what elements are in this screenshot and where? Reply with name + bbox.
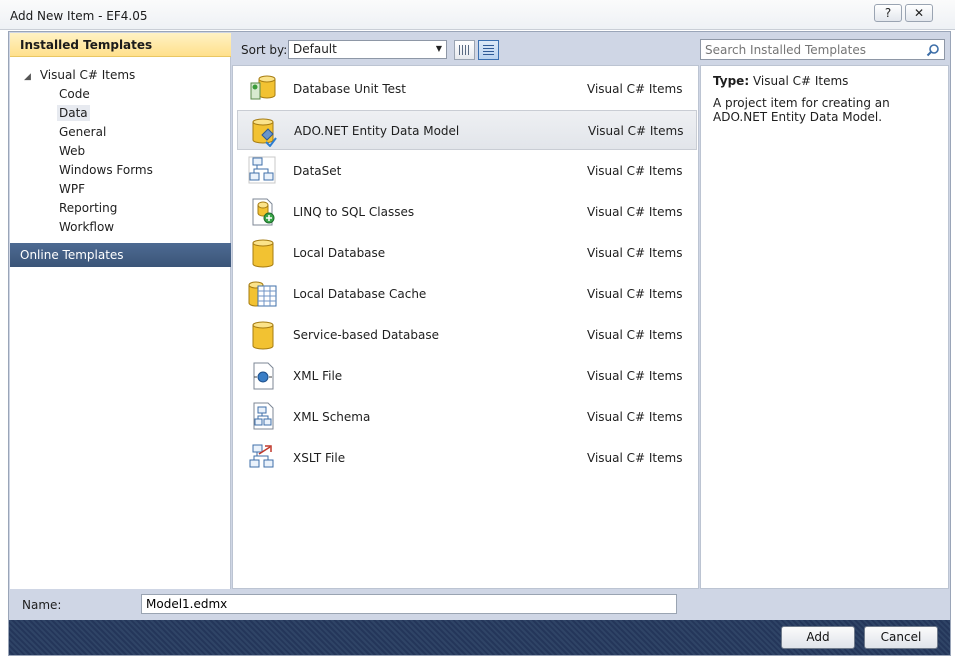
list-view-icon <box>483 45 494 55</box>
template-category: Visual C# Items <box>587 246 683 260</box>
tree-item-reporting[interactable]: Reporting <box>57 200 119 216</box>
type-line: Type: Visual C# Items <box>713 74 848 88</box>
dropdown-arrow-icon: ▼ <box>435 44 442 53</box>
template-row-ado-net-entity-data-model[interactable]: ADO.NET Entity Data Model Visual C# Items <box>237 110 697 150</box>
search-box[interactable] <box>700 39 945 60</box>
online-templates-header[interactable]: Online Templates <box>10 243 231 267</box>
tree-item-general[interactable]: General <box>57 124 108 140</box>
small-icons-icon <box>459 45 470 55</box>
template-category: Visual C# Items <box>587 328 683 342</box>
toolbar: Sort by: Default ▼ <box>232 33 699 65</box>
template-row-xml-schema[interactable]: XML Schema Visual C# Items <box>237 397 697 437</box>
sort-by-label: Sort by: <box>241 43 288 57</box>
template-name: Local Database Cache <box>293 287 427 301</box>
close-button[interactable]: ✕ <box>905 4 933 22</box>
entity-data-model-icon <box>252 118 277 147</box>
tree-item-wpf[interactable]: WPF <box>57 181 87 197</box>
xml-schema-icon <box>253 402 274 430</box>
template-list: Database Unit Test Visual C# Items ADO.NE… <box>232 65 699 589</box>
local-database-cache-icon <box>248 281 277 307</box>
linq-to-sql-icon <box>252 198 275 226</box>
type-value: Visual C# Items <box>752 74 849 88</box>
installed-templates-header[interactable]: Installed Templates <box>10 33 231 57</box>
template-category: Visual C# Items <box>588 124 684 138</box>
template-details-pane: Type: Visual C# Items A project item for… <box>700 65 949 589</box>
template-category: Visual C# Items <box>587 410 683 424</box>
xml-file-icon <box>253 362 274 390</box>
tree-root-visual-csharp[interactable]: ◢ Visual C# Items <box>24 68 135 82</box>
template-category: Visual C# Items <box>587 205 683 219</box>
collapse-triangle-icon[interactable]: ◢ <box>24 72 36 82</box>
service-database-icon <box>252 321 274 350</box>
template-name: Local Database <box>293 246 386 260</box>
template-row-database-unit-test[interactable]: Database Unit Test Visual C# Items <box>237 69 697 109</box>
name-label: Name: <box>22 598 62 612</box>
installed-templates-label: Installed Templates <box>20 38 153 52</box>
small-icons-view-button[interactable] <box>454 40 475 60</box>
template-row-service-based-database[interactable]: Service-based Database Visual C# Items <box>237 315 697 355</box>
template-row-xml-file[interactable]: XML File Visual C# Items <box>237 356 697 396</box>
template-name: Service-based Database <box>293 328 439 342</box>
sort-by-value: Default <box>293 42 337 56</box>
sort-by-dropdown[interactable]: Default ▼ <box>288 40 447 59</box>
list-view-button[interactable] <box>478 40 499 60</box>
template-name: LINQ to SQL Classes <box>293 205 415 219</box>
template-row-local-database[interactable]: Local Database Visual C# Items <box>237 233 697 273</box>
tree-item-windows-forms[interactable]: Windows Forms <box>57 162 155 178</box>
template-category: Visual C# Items <box>587 287 683 301</box>
template-name: ADO.NET Entity Data Model <box>294 124 460 138</box>
search-icon[interactable] <box>926 43 940 57</box>
database-unit-test-icon <box>250 75 276 100</box>
local-database-icon <box>252 239 274 268</box>
template-category: Visual C# Items <box>587 369 683 383</box>
dataset-icon <box>248 156 276 184</box>
xslt-file-icon <box>249 444 274 468</box>
template-categories-pane: Installed Templates ◢ Visual C# Items On… <box>10 33 231 589</box>
tree-item-workflow[interactable]: Workflow <box>57 219 116 235</box>
help-button[interactable]: ? <box>874 4 902 22</box>
name-field[interactable] <box>141 594 677 614</box>
search-input[interactable] <box>705 42 915 57</box>
tree-root-label: Visual C# Items <box>39 68 136 82</box>
window-title: Add New Item - EF4.05 <box>10 9 148 23</box>
template-name: XML Schema <box>293 410 371 424</box>
template-name: DataSet <box>293 164 342 178</box>
cancel-button[interactable]: Cancel <box>864 626 938 649</box>
template-name: Database Unit Test <box>293 82 406 96</box>
template-category: Visual C# Items <box>587 451 683 465</box>
template-name: XSLT File <box>293 451 346 465</box>
tree-item-code[interactable]: Code <box>57 86 92 102</box>
type-label: Type: <box>713 74 750 88</box>
add-new-item-dialog: Installed Templates ◢ Visual C# Items On… <box>8 31 951 656</box>
title-bar: Add New Item - EF4.05 ? ✕ <box>0 0 955 30</box>
add-button[interactable]: Add <box>781 626 855 649</box>
online-templates-label: Online Templates <box>20 248 124 262</box>
template-category: Visual C# Items <box>587 164 683 178</box>
template-row-dataset[interactable]: DataSet Visual C# Items <box>237 151 697 191</box>
template-row-linq-to-sql-classes[interactable]: LINQ to SQL Classes Visual C# Items <box>237 192 697 232</box>
template-row-local-database-cache[interactable]: Local Database Cache Visual C# Items <box>237 274 697 314</box>
template-description: A project item for creating an ADO.NET E… <box>713 96 890 124</box>
template-row-xslt-file[interactable]: XSLT File Visual C# Items <box>237 438 697 478</box>
tree-item-web[interactable]: Web <box>57 143 87 159</box>
template-name: XML File <box>293 369 343 383</box>
tree-item-data[interactable]: Data <box>57 105 90 121</box>
template-category: Visual C# Items <box>587 82 683 96</box>
